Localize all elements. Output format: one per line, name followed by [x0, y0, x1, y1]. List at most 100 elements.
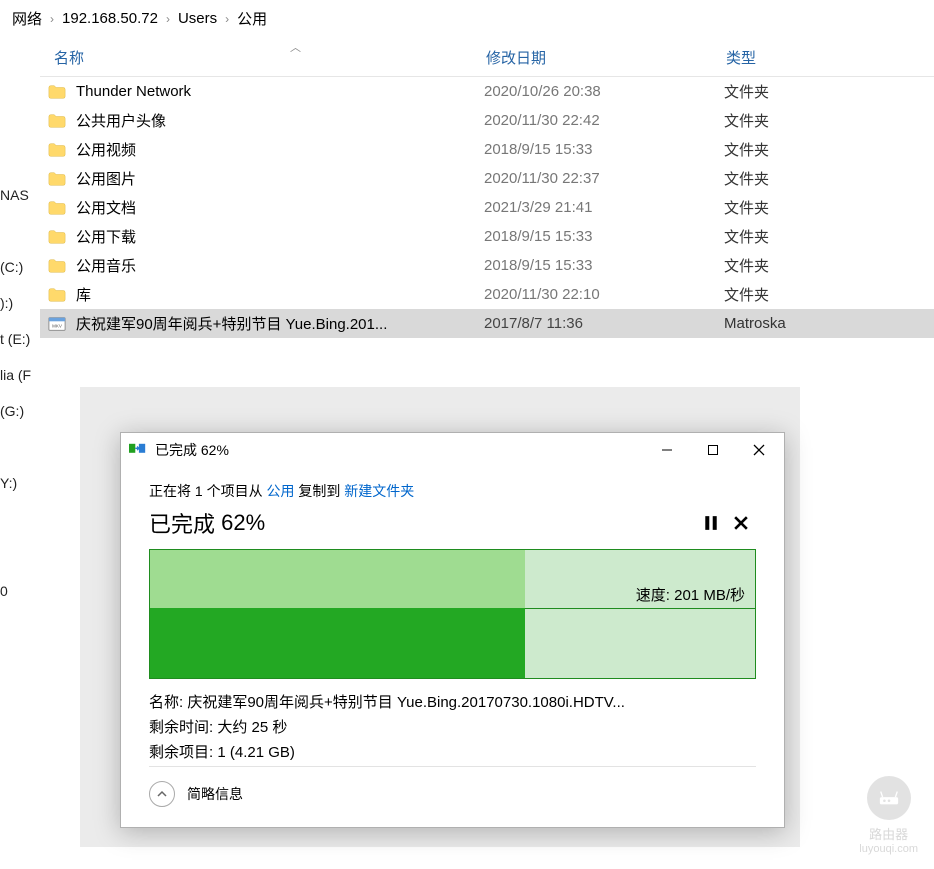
folder-icon: [46, 285, 68, 305]
folder-icon: [46, 198, 68, 218]
file-date: 2018/9/15 15:33: [484, 257, 724, 274]
sidebar-item[interactable]: NAS: [0, 177, 40, 213]
file-date: 2020/11/30 22:37: [484, 170, 724, 187]
folder-icon: [46, 82, 68, 102]
breadcrumb[interactable]: 网络 › 192.168.50.72 › Users › 公用: [0, 0, 934, 37]
breadcrumb-users[interactable]: Users: [178, 10, 217, 27]
router-icon: [867, 776, 911, 820]
file-date: 2018/9/15 15:33: [484, 228, 724, 245]
dialog-title-prefix: 已完成: [155, 442, 197, 458]
breadcrumb-public[interactable]: 公用: [237, 8, 267, 29]
file-name: 公共用户头像: [76, 110, 484, 131]
dialog-titlebar[interactable]: 已完成 62%: [121, 433, 784, 467]
copy-status-line: 正在将 1 个项目从 公用 复制到 新建文件夹: [149, 481, 756, 501]
column-header-type[interactable]: 类型: [726, 47, 926, 68]
minimize-button[interactable]: [644, 434, 690, 466]
pause-button[interactable]: [696, 510, 726, 536]
sidebar-item[interactable]: lia (F: [0, 357, 40, 393]
file-name: 库: [76, 284, 484, 305]
table-row[interactable]: 公用下载2018/9/15 15:33文件夹: [40, 222, 934, 251]
table-row[interactable]: 公用音乐2018/9/15 15:33文件夹: [40, 251, 934, 280]
folder-icon: [46, 256, 68, 276]
maximize-button[interactable]: [690, 434, 736, 466]
sidebar-item: [0, 429, 40, 465]
chevron-right-icon: ›: [225, 12, 229, 26]
table-row[interactable]: 公用视频2018/9/15 15:33文件夹: [40, 135, 934, 164]
table-row[interactable]: Thunder Network2020/10/26 20:38文件夹: [40, 77, 934, 106]
sidebar-item: [0, 537, 40, 573]
watermark-line2: luyouqi.com: [859, 843, 918, 855]
file-name: Thunder Network: [76, 83, 484, 100]
file-name: 公用文档: [76, 197, 484, 218]
close-button[interactable]: [736, 434, 782, 466]
file-date: 2021/3/29 21:41: [484, 199, 724, 216]
file-type: 文件夹: [724, 255, 924, 276]
column-header-date[interactable]: 修改日期: [486, 47, 726, 68]
file-name: 公用下载: [76, 226, 484, 247]
file-date: 2020/10/26 20:38: [484, 83, 724, 100]
table-row[interactable]: MKV庆祝建军90周年阅兵+特别节目 Yue.Bing.201...2017/8…: [40, 309, 934, 338]
detail-time: 剩余时间: 大约 25 秒: [149, 716, 756, 737]
sidebar-item: 0: [0, 573, 40, 609]
brief-info-label[interactable]: 简略信息: [187, 784, 243, 804]
chevron-right-icon: ›: [50, 12, 54, 26]
detail-name-label: 名称:: [149, 694, 183, 711]
column-resize-handle[interactable]: ︿: [290, 37, 301, 57]
breadcrumb-ip[interactable]: 192.168.50.72: [62, 10, 158, 27]
table-row[interactable]: 公用文档2021/3/29 21:41文件夹: [40, 193, 934, 222]
copy-source-link[interactable]: 公用: [266, 483, 294, 499]
sidebar-item[interactable]: t (E:): [0, 321, 40, 357]
detail-name-value: 庆祝建军90周年阅兵+特别节目 Yue.Bing.20170730.1080i.…: [187, 694, 625, 711]
file-type: 文件夹: [724, 110, 924, 131]
dialog-title: 已完成 62%: [155, 440, 644, 460]
nav-sidebar[interactable]: NAS (C:) ):) t (E:) lia (F (G:) Y:) 0: [0, 37, 40, 866]
chart-speed-label: 速度: 201 MB/秒: [636, 584, 745, 605]
file-name: 公用音乐: [76, 255, 484, 276]
file-type: 文件夹: [724, 284, 924, 305]
file-type: 文件夹: [724, 139, 924, 160]
sidebar-item[interactable]: Y:): [0, 465, 40, 501]
copy-dest-link[interactable]: 新建文件夹: [344, 483, 414, 499]
folder-icon: [46, 111, 68, 131]
table-row[interactable]: 公共用户头像2020/11/30 22:42文件夹: [40, 106, 934, 135]
file-type: 文件夹: [724, 197, 924, 218]
cancel-button[interactable]: [726, 510, 756, 536]
speed-value: 201 MB/秒: [674, 587, 745, 604]
detail-items-value: 1 (4.21 GB): [217, 744, 295, 761]
detail-items-label: 剩余项目:: [149, 744, 213, 761]
done-percent: 62%: [221, 510, 265, 536]
detail-time-value: 大约 25 秒: [217, 719, 287, 736]
copy-mid: 复制到: [298, 483, 340, 499]
file-name: 公用视频: [76, 139, 484, 160]
copy-progress-dialog: 已完成 62% 正在将 1 个项目从 公用 复制到 新建文件: [120, 432, 785, 828]
chart-area: [150, 608, 525, 678]
sidebar-item[interactable]: ):): [0, 285, 40, 321]
collapse-details-button[interactable]: [149, 781, 175, 807]
speed-chart: 速度: 201 MB/秒: [149, 549, 756, 679]
file-name: 公用图片: [76, 168, 484, 189]
file-date: 2017/8/7 11:36: [484, 315, 724, 332]
table-row[interactable]: 公用图片2020/11/30 22:37文件夹: [40, 164, 934, 193]
folder-icon: [46, 227, 68, 247]
copy-prefix: 正在将 1 个项目从: [149, 483, 263, 499]
breadcrumb-root[interactable]: 网络: [12, 8, 42, 29]
file-list[interactable]: Thunder Network2020/10/26 20:38文件夹公共用户头像…: [40, 77, 934, 338]
watermark: 路由器 luyouqi.com: [859, 776, 918, 855]
file-name: 庆祝建军90周年阅兵+特别节目 Yue.Bing.201...: [76, 313, 484, 334]
speed-label: 速度:: [636, 587, 670, 604]
file-date: 2020/11/30 22:42: [484, 112, 724, 129]
column-headers: 名称 修改日期 类型: [40, 37, 934, 77]
file-type: 文件夹: [724, 226, 924, 247]
detail-remaining: 剩余项目: 1 (4.21 GB): [149, 741, 756, 762]
sidebar-item: [0, 501, 40, 537]
file-type: 文件夹: [724, 168, 924, 189]
file-type: 文件夹: [724, 81, 924, 102]
column-header-name[interactable]: 名称: [46, 47, 486, 68]
folder-icon: [46, 140, 68, 160]
sidebar-item[interactable]: (G:): [0, 393, 40, 429]
file-type: Matroska: [724, 315, 924, 332]
table-row[interactable]: 库2020/11/30 22:10文件夹: [40, 280, 934, 309]
file-date: 2020/11/30 22:10: [484, 286, 724, 303]
sidebar-item[interactable]: (C:): [0, 249, 40, 285]
dialog-title-percent: 62%: [201, 442, 229, 458]
